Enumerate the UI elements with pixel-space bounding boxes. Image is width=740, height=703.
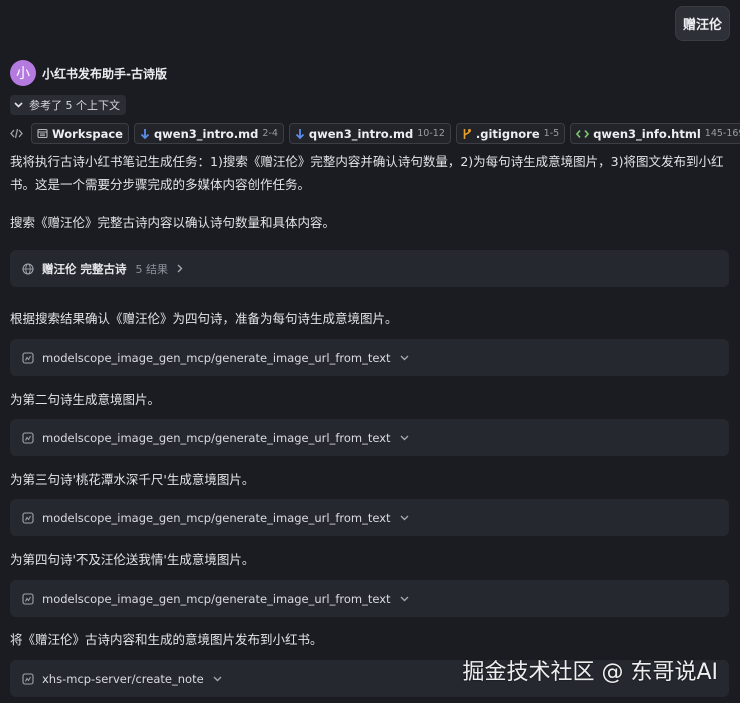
ref-chip-qwen3-intro-md[interactable]: qwen3_intro.md 10-12 (288, 123, 451, 144)
assistant-paragraph: 根据搜索结果确认《赠汪伦》为四句诗，准备为每句诗生成意境图片。 (10, 311, 398, 326)
chevron-down-icon (400, 596, 409, 602)
code-icon (10, 128, 27, 139)
markdown-icon (140, 128, 150, 140)
assistant-paragraph: 将《赠汪伦》古诗内容和生成的意境图片发布到小红书。 (10, 632, 323, 647)
git-icon (462, 128, 472, 140)
chevron-down-icon (400, 435, 409, 441)
ref-chip-name: qwen3_info.html (593, 126, 701, 141)
tool-call-name: modelscope_image_gen_mcp/generate_image_… (42, 350, 391, 365)
assistant-paragraph: 搜索《赠汪伦》完整古诗内容以确认诗句数量和具体内容。 (10, 215, 336, 230)
ref-chip-name: Workspace (52, 126, 123, 141)
tool-icon (22, 511, 34, 524)
web-search-result[interactable]: 赠汪伦 完整古诗 5 结果 (10, 250, 729, 287)
tool-call-name: xhs-mcp-server/create_note (42, 671, 204, 686)
ref-chip-range: 2-4 (262, 128, 278, 139)
ref-chip-name: .gitignore (475, 126, 540, 141)
ref-chip-gitignore[interactable]: .gitignore 1-5 (455, 123, 566, 144)
assistant-header: 小 小红书发布助手-古诗版 (10, 60, 167, 86)
chevron-down-icon (400, 515, 409, 521)
assistant-paragraph: 为第三句诗'桃花潭水深千尺'生成意境图片。 (10, 472, 255, 487)
tool-icon (22, 672, 34, 685)
chevron-right-icon (177, 264, 183, 273)
ref-chip-name: qwen3_intro.md (308, 126, 414, 141)
ref-chip-qwen3-info-html[interactable]: qwen3_info.html 145-169 (570, 123, 740, 144)
ref-chip-range: 1-5 (543, 128, 560, 139)
tool-icon (22, 351, 34, 364)
chevron-down-icon (213, 676, 222, 682)
globe-icon (22, 262, 34, 275)
ref-chip-workspace[interactable]: Workspace (31, 123, 129, 144)
context-toggle[interactable]: 参考了 5 个上下文 (10, 95, 126, 115)
context-label: 参考了 5 个上下文 (29, 99, 120, 112)
watermark: 掘金技术社区 @ 东哥说AI (462, 660, 718, 685)
html-icon (576, 129, 590, 139)
assistant-paragraph: 为第二句诗生成意境图片。 (10, 392, 161, 407)
assistant-avatar: 小 (10, 60, 36, 86)
chevron-down-icon (14, 102, 23, 108)
ref-chip-name: qwen3_intro.md (153, 126, 259, 141)
ref-chip-range: 145-169 (704, 128, 740, 139)
assistant-paragraph: 为第四句诗'不及汪伦送我情'生成意境图片。 (10, 552, 255, 567)
search-query: 赠汪伦 完整古诗 (42, 261, 127, 276)
tool-call[interactable]: modelscope_image_gen_mcp/generate_image_… (10, 499, 729, 536)
assistant-name: 小红书发布助手-古诗版 (42, 66, 167, 81)
tool-icon (22, 431, 34, 444)
reference-chips: Workspace qwen3_intro.md 2-4 qwen3_intro… (10, 123, 740, 144)
tool-call[interactable]: modelscope_image_gen_mcp/generate_image_… (10, 339, 729, 376)
markdown-icon (295, 128, 305, 140)
search-result-count: 5 结果 (135, 262, 169, 276)
tool-call-name: modelscope_image_gen_mcp/generate_image_… (42, 430, 391, 445)
ref-chip-range: 10-12 (417, 128, 445, 139)
ref-chip-qwen3-intro-md[interactable]: qwen3_intro.md 2-4 (133, 123, 284, 144)
tool-call[interactable]: modelscope_image_gen_mcp/generate_image_… (10, 419, 729, 456)
tool-call[interactable]: modelscope_image_gen_mcp/generate_image_… (10, 580, 729, 617)
tool-call-name: modelscope_image_gen_mcp/generate_image_… (42, 591, 391, 606)
user-message-bubble: 赠汪伦 (675, 6, 730, 41)
folder-icon (37, 128, 48, 139)
chevron-down-icon (400, 355, 409, 361)
assistant-paragraph: 我将执行古诗小红书笔记生成任务：1)搜索《赠汪伦》完整内容并确认诗句数量，2)为… (10, 154, 724, 192)
tool-icon (22, 592, 34, 605)
tool-call-name: modelscope_image_gen_mcp/generate_image_… (42, 510, 391, 525)
